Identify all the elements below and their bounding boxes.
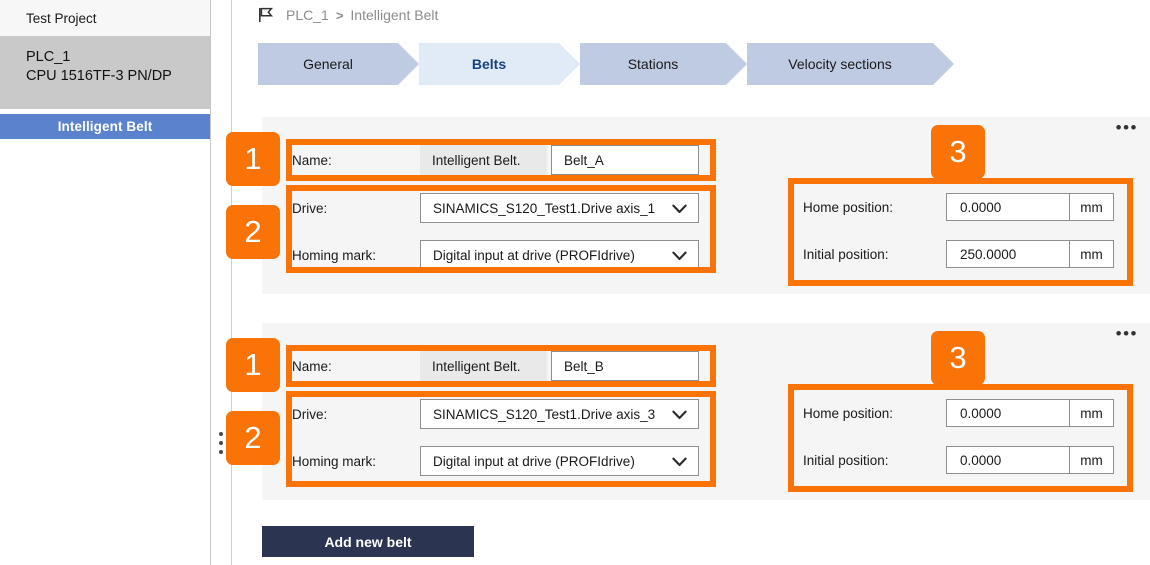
tab-belts-label: Belts [471,56,507,72]
belt-drive-value: SINAMICS_S120_Test1.Drive axis_1 [433,200,656,216]
chevron-down-icon [672,409,687,424]
belt-drag-handle[interactable] [219,432,225,454]
sidebar-empty-area [0,139,210,239]
name-label: Name: [292,358,332,374]
name-label: Name: [292,152,332,168]
belt-homing-mark-row: Homing mark: Digital input at drive (PRO… [292,240,699,270]
breadcrumb: PLC_1 > Intelligent Belt [258,4,438,26]
annotation-badge-3: 3 [931,125,985,179]
annotation-badge-1: 1 [226,132,280,186]
belt-home-position-unit: mm [1070,193,1114,221]
drag-dot [219,441,223,445]
annotation-badge-2: 2 [226,205,280,259]
belt-homing-mark-value: Digital input at drive (PROFIdrive) [433,453,635,469]
belt-name-row: Name: Intelligent Belt. Belt_A [292,145,699,175]
tab-general[interactable]: General [258,43,419,85]
belt-initial-position-input[interactable]: 0.0000 [946,446,1070,474]
sidebar-item-intelligent-belt[interactable]: Intelligent Belt [0,114,210,139]
tab-velocity-sections-label: Velocity sections [788,56,892,72]
belt-home-position-row: Home position: 0.0000 mm [803,399,1114,427]
annotation-badge-1: 1 [226,338,280,392]
flag-icon [258,7,274,23]
add-new-belt-button[interactable]: Add new belt [262,526,474,557]
project-tree-sidebar: Test Project PLC_1 CPU 1516TF-3 PN/DP In… [0,0,211,565]
plc-type: CPU 1516TF-3 PN/DP [26,68,172,84]
home-position-label: Home position: [803,199,894,215]
belt-home-position-row: Home position: 0.0000 mm [803,193,1114,221]
belt-drive-value: SINAMICS_S120_Test1.Drive axis_3 [433,406,656,422]
belt-drive-row: Drive: SINAMICS_S120_Test1.Drive axis_3 [292,399,699,429]
homing-mark-label: Homing mark: [292,453,377,469]
breadcrumb-current: Intelligent Belt [350,7,439,23]
tab-general-arrow [398,43,419,85]
plc-name: PLC_1 [26,49,71,65]
sidebar-item-plc[interactable]: PLC_1 CPU 1516TF-3 PN/DP [0,36,210,109]
belt-home-position-unit: mm [1070,399,1114,427]
belt-drive-select[interactable]: SINAMICS_S120_Test1.Drive axis_1 [420,193,699,223]
detail-pane-divider [231,0,232,565]
belt-home-position-input[interactable]: 0.0000 [946,399,1070,427]
chevron-right-icon: > [335,7,344,23]
tab-stations-label: Stations [627,56,679,72]
belt-name-input[interactable]: Belt_B [551,351,699,381]
chevron-down-icon [672,203,687,218]
belt-initial-position-row: Initial position: 0.0000 mm [803,446,1114,474]
belt-overflow-menu-icon[interactable]: ••• [1116,325,1138,342]
annotation-badge-2: 2 [226,411,280,465]
homing-mark-label: Homing mark: [292,247,377,263]
tab-stations[interactable]: Stations [580,43,747,85]
drag-dot [219,450,223,454]
belt-name-input[interactable]: Belt_A [551,145,699,175]
project-label: Test Project [26,10,97,26]
tab-bar: General Belts Stations Velocity sections [258,43,954,85]
drag-dot [219,432,223,436]
belt-card: ••• Name: Intelligent Belt. Belt_B Drive… [262,323,1150,500]
belt-card: ••• Name: Intelligent Belt. Belt_A Drive… [262,117,1150,294]
tab-belts[interactable]: Belts [419,43,580,85]
drive-label: Drive: [292,200,328,216]
belt-name-prefix: Intelligent Belt. [420,145,547,175]
initial-position-label: Initial position: [803,452,889,468]
tab-velocity-sections-arrow [933,43,954,85]
belt-drive-row: Drive: SINAMICS_S120_Test1.Drive axis_1 [292,193,699,223]
tab-stations-arrow [726,43,747,85]
belt-homing-mark-select[interactable]: Digital input at drive (PROFIdrive) [420,446,699,476]
belt-homing-mark-value: Digital input at drive (PROFIdrive) [433,247,635,263]
belt-homing-mark-row: Homing mark: Digital input at drive (PRO… [292,446,699,476]
add-new-belt-label: Add new belt [324,533,412,550]
tab-belts-arrow [559,43,580,85]
belt-initial-position-input[interactable]: 250.0000 [946,240,1070,268]
intelligent-belt-editor: Test Project PLC_1 CPU 1516TF-3 PN/DP In… [0,0,1150,565]
chevron-down-icon [672,456,687,471]
tab-general-label: General [303,56,353,72]
belt-initial-position-unit: mm [1070,240,1114,268]
sidebar-item-project[interactable]: Test Project [0,0,210,36]
belt-name-prefix: Intelligent Belt. [420,351,547,381]
chevron-down-icon [672,250,687,265]
belt-name-row: Name: Intelligent Belt. Belt_B [292,351,699,381]
belt-initial-position-unit: mm [1070,446,1114,474]
breadcrumb-root[interactable]: PLC_1 [286,7,329,23]
annotation-badge-3: 3 [931,331,985,385]
sidebar-item-label: Intelligent Belt [57,119,153,134]
tab-velocity-sections[interactable]: Velocity sections [747,43,954,85]
drive-label: Drive: [292,406,328,422]
belt-drive-select[interactable]: SINAMICS_S120_Test1.Drive axis_3 [420,399,699,429]
initial-position-label: Initial position: [803,246,889,262]
belt-initial-position-row: Initial position: 250.0000 mm [803,240,1114,268]
belt-home-position-input[interactable]: 0.0000 [946,193,1070,221]
belt-homing-mark-select[interactable]: Digital input at drive (PROFIdrive) [420,240,699,270]
home-position-label: Home position: [803,405,894,421]
belt-overflow-menu-icon[interactable]: ••• [1116,119,1138,136]
